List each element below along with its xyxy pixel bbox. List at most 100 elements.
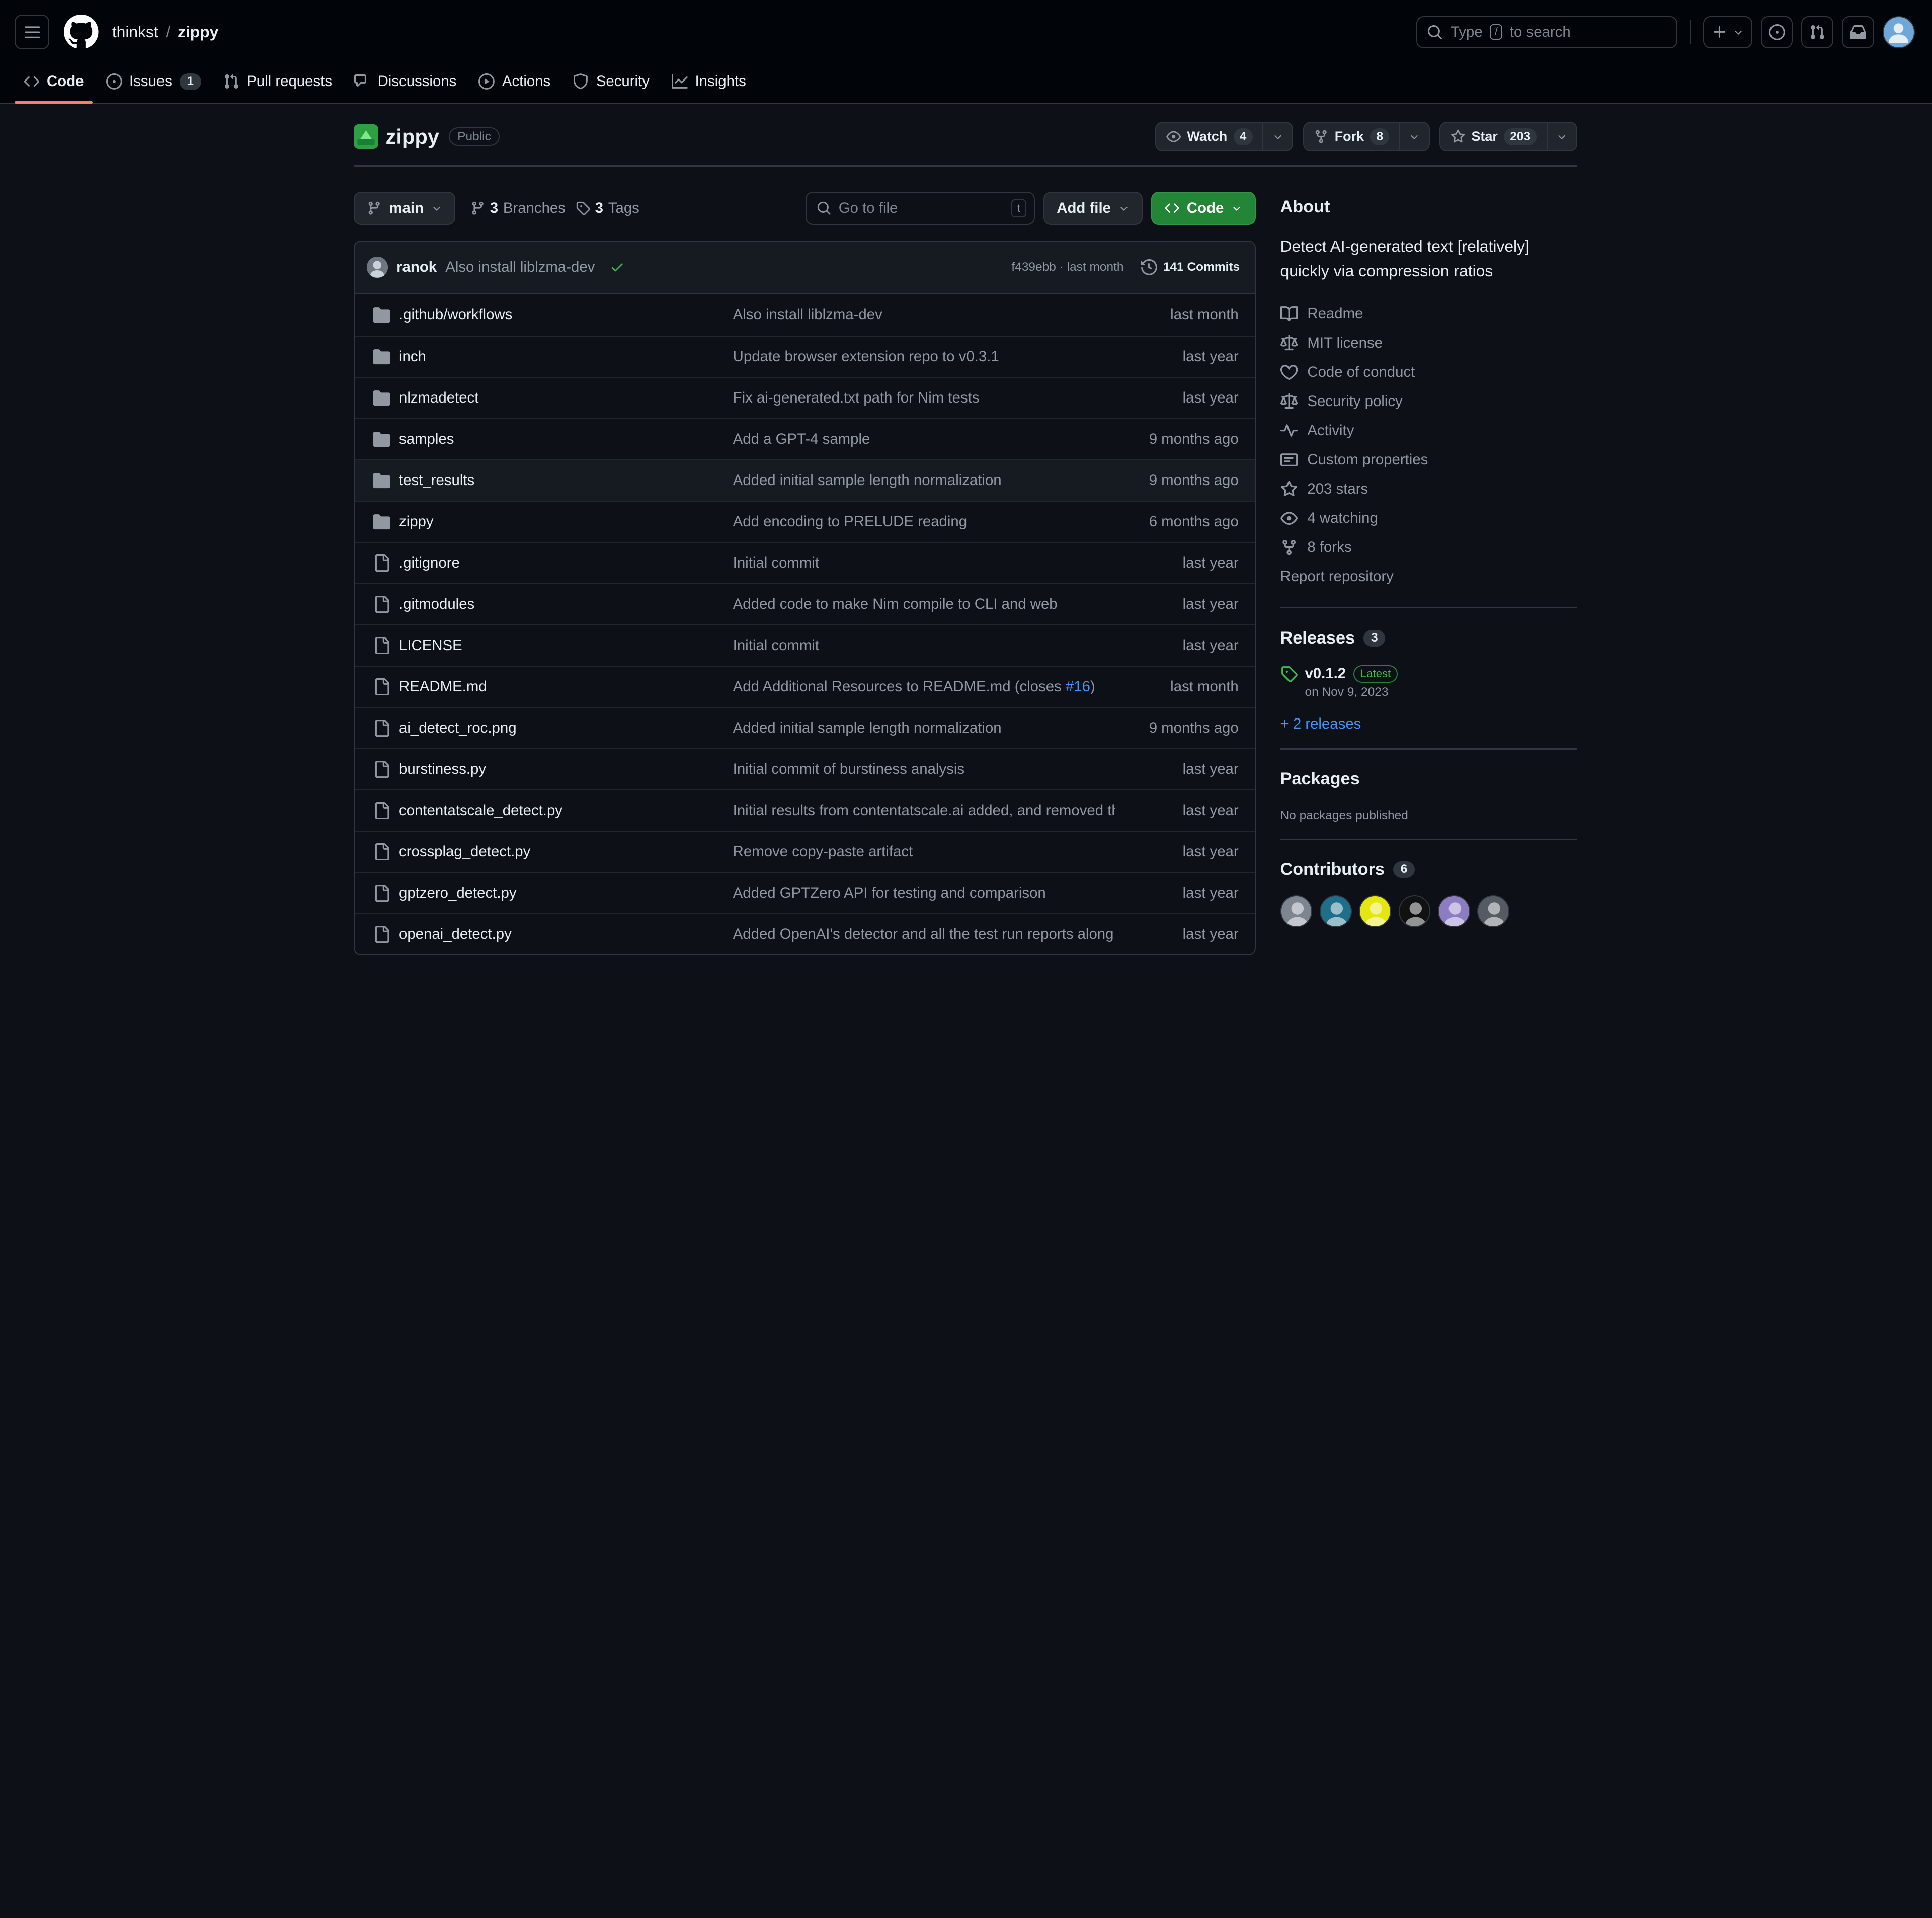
- packages-heading[interactable]: Packages: [1280, 769, 1577, 789]
- file-name[interactable]: .gitmodules: [399, 596, 733, 613]
- commit-author[interactable]: ranok: [396, 259, 437, 276]
- file-commit-message[interactable]: Added code to make Nim compile to CLI an…: [733, 596, 1115, 613]
- about-link[interactable]: Custom properties: [1280, 445, 1577, 474]
- table-row[interactable]: README.md Add Additional Resources to REA…: [354, 666, 1255, 707]
- contributor-avatar[interactable]: [1319, 895, 1352, 928]
- table-row[interactable]: nlzmadetect Fix ai-generated.txt path for…: [354, 376, 1255, 418]
- tab-issues[interactable]: Issues 1: [97, 73, 209, 102]
- about-link[interactable]: Readme: [1280, 299, 1577, 329]
- commit-author-avatar[interactable]: [367, 257, 388, 278]
- contributor-avatar[interactable]: [1437, 895, 1470, 928]
- file-name[interactable]: .github/workflows: [399, 306, 733, 324]
- tags-link[interactable]: 3 Tags: [576, 200, 639, 217]
- latest-release[interactable]: v0.1.2 Latest on Nov 9, 2023: [1280, 665, 1577, 699]
- contributor-avatar[interactable]: [1359, 895, 1391, 928]
- file-name[interactable]: crossplag_detect.py: [399, 843, 733, 860]
- tab-discussions[interactable]: Discussions: [346, 73, 465, 102]
- file-name[interactable]: README.md: [399, 678, 733, 695]
- file-name[interactable]: nlzmadetect: [399, 389, 733, 407]
- file-commit-message[interactable]: Added OpenAI's detector and all the test…: [733, 926, 1115, 943]
- tab-code[interactable]: Code: [15, 73, 93, 104]
- about-link[interactable]: 203 stars: [1280, 474, 1577, 504]
- code-button[interactable]: Code: [1151, 191, 1256, 225]
- pull-requests-button[interactable]: [1801, 16, 1834, 48]
- table-row[interactable]: .gitignore Initial commit last year: [354, 542, 1255, 583]
- file-commit-message[interactable]: Update browser extension repo to v0.3.1: [733, 348, 1115, 365]
- contributor-avatar[interactable]: [1398, 895, 1431, 928]
- fork-dropdown[interactable]: [1399, 123, 1429, 151]
- branch-selector[interactable]: main: [353, 191, 456, 225]
- file-commit-message[interactable]: Add a GPT-4 sample: [733, 431, 1115, 448]
- file-commit-message[interactable]: Added initial sample length normalizatio…: [733, 472, 1115, 489]
- report-repository-link[interactable]: Report repository: [1280, 562, 1577, 591]
- releases-heading[interactable]: Releases 3: [1280, 628, 1577, 648]
- inbox-button[interactable]: [1842, 16, 1874, 48]
- global-search-input[interactable]: Type / to search: [1416, 16, 1678, 48]
- table-row[interactable]: gptzero_detect.py Added GPTZero API for t…: [354, 872, 1255, 913]
- table-row[interactable]: crossplag_detect.py Remove copy-paste art…: [354, 831, 1255, 872]
- file-name[interactable]: openai_detect.py: [399, 926, 733, 943]
- check-icon[interactable]: [610, 260, 624, 274]
- create-new-button[interactable]: [1703, 16, 1752, 48]
- file-name[interactable]: gptzero_detect.py: [399, 885, 733, 902]
- file-name[interactable]: samples: [399, 431, 733, 448]
- contributor-avatar[interactable]: [1280, 895, 1313, 928]
- github-logo-icon[interactable]: [64, 15, 99, 49]
- file-commit-message[interactable]: Initial commit of burstiness analysis: [733, 761, 1115, 778]
- table-row[interactable]: inch Update browser extension repo to v0.…: [354, 335, 1255, 377]
- star-button[interactable]: Star 203: [1440, 123, 1547, 150]
- file-commit-message[interactable]: Add Additional Resources to README.md (c…: [733, 678, 1115, 695]
- file-commit-message[interactable]: Fix ai-generated.txt path for Nim tests: [733, 389, 1115, 407]
- table-row[interactable]: zippy Add encoding to PRELUDE reading 6 mo…: [354, 500, 1255, 542]
- about-link[interactable]: Activity: [1280, 416, 1577, 445]
- watch-button[interactable]: Watch 4: [1156, 123, 1262, 150]
- watch-dropdown[interactable]: [1262, 123, 1292, 151]
- file-name[interactable]: .gitignore: [399, 554, 733, 572]
- file-commit-message[interactable]: Add encoding to PRELUDE reading: [733, 513, 1115, 530]
- table-row[interactable]: contentatscale_detect.py Initial results …: [354, 789, 1255, 831]
- about-link[interactable]: MIT license: [1280, 329, 1577, 358]
- file-name[interactable]: burstiness.py: [399, 761, 733, 778]
- tab-actions[interactable]: Actions: [470, 73, 559, 102]
- file-commit-message[interactable]: Also install liblzma-dev: [733, 306, 1115, 324]
- tab-security[interactable]: Security: [564, 73, 658, 102]
- table-row[interactable]: ai_detect_roc.png Added initial sample le…: [354, 707, 1255, 748]
- file-commit-message[interactable]: Added GPTZero API for testing and compar…: [733, 885, 1115, 902]
- star-dropdown[interactable]: [1546, 123, 1576, 151]
- fork-button[interactable]: Fork 8: [1304, 123, 1399, 150]
- repo-name[interactable]: zippy: [386, 125, 439, 149]
- file-name[interactable]: ai_detect_roc.png: [399, 720, 733, 737]
- file-commit-message[interactable]: Initial commit: [733, 554, 1115, 572]
- more-releases-link[interactable]: + 2 releases: [1280, 715, 1577, 733]
- about-link[interactable]: Code of conduct: [1280, 358, 1577, 387]
- tab-insights[interactable]: Insights: [663, 73, 755, 102]
- commits-link[interactable]: 141 Commits: [1141, 259, 1240, 276]
- add-file-button[interactable]: Add file: [1043, 191, 1143, 225]
- tab-pull-requests[interactable]: Pull requests: [215, 73, 341, 102]
- file-name[interactable]: zippy: [399, 513, 733, 530]
- issues-button[interactable]: [1760, 16, 1793, 48]
- table-row[interactable]: test_results Added initial sample length …: [354, 459, 1255, 501]
- table-row[interactable]: samples Add a GPT-4 sample 9 months ago: [354, 418, 1255, 459]
- file-name[interactable]: LICENSE: [399, 637, 733, 654]
- issue-link[interactable]: #16: [1066, 678, 1090, 695]
- table-row[interactable]: LICENSE Initial commit last year: [354, 624, 1255, 666]
- file-name[interactable]: inch: [399, 348, 733, 365]
- commit-hash-time[interactable]: f439ebb · last month: [1011, 260, 1123, 274]
- breadcrumb-owner[interactable]: thinkst: [112, 23, 158, 41]
- user-avatar[interactable]: [1883, 16, 1915, 48]
- file-commit-message[interactable]: Added initial sample length normalizatio…: [733, 720, 1115, 737]
- go-to-file-input[interactable]: Go to file t: [806, 191, 1035, 225]
- file-commit-message[interactable]: Remove copy-paste artifact: [733, 843, 1115, 860]
- contributors-heading[interactable]: Contributors 6: [1280, 860, 1577, 880]
- table-row[interactable]: burstiness.py Initial commit of burstines…: [354, 748, 1255, 789]
- about-link[interactable]: Security policy: [1280, 387, 1577, 416]
- file-name[interactable]: contentatscale_detect.py: [399, 802, 733, 819]
- branches-link[interactable]: 3 Branches: [470, 200, 566, 217]
- table-row[interactable]: .github/workflows Also install liblzma-de…: [355, 294, 1255, 336]
- menu-button[interactable]: [15, 15, 49, 49]
- contributor-avatar[interactable]: [1477, 895, 1509, 928]
- breadcrumb-repo[interactable]: zippy: [178, 23, 218, 41]
- file-commit-message[interactable]: Initial results from contentatscale.ai a…: [733, 802, 1115, 819]
- table-row[interactable]: openai_detect.py Added OpenAI's detector …: [354, 913, 1255, 954]
